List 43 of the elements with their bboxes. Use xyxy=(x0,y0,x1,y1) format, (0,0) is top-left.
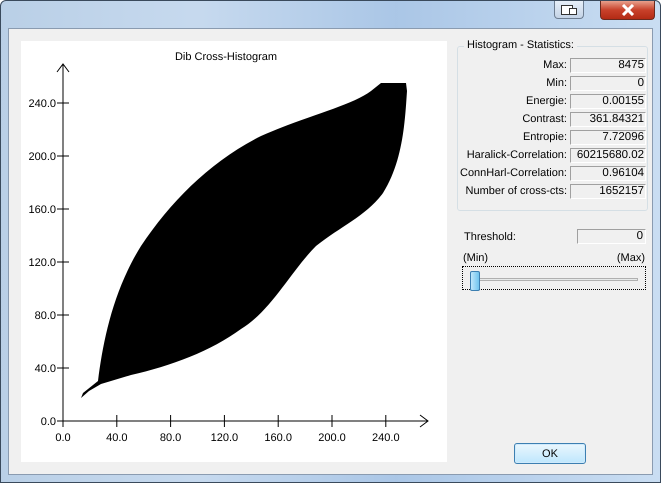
min-label: (Min) xyxy=(463,252,488,264)
y-tick-label: 200.0 xyxy=(28,151,56,163)
stat-value-field: 361.84321 xyxy=(570,112,646,126)
stat-value-field: 0 xyxy=(570,76,646,90)
group-title: Histogram - Statistics: xyxy=(464,39,577,51)
stat-label: ConnHarl-Correlation: xyxy=(460,167,568,179)
stat-value-field: 1652157 xyxy=(570,184,646,198)
max-label: (Max) xyxy=(616,252,645,264)
y-tick-label: 120.0 xyxy=(28,257,56,269)
stat-label: Entropie: xyxy=(522,131,568,143)
x-tick-label: 160.0 xyxy=(264,432,292,444)
stat-label: Haralick-Correlation: xyxy=(466,149,568,161)
x-tick-label: 120.0 xyxy=(210,432,238,444)
slider-thumb[interactable] xyxy=(470,271,480,291)
window-icon xyxy=(561,4,577,14)
y-tick-label: 160.0 xyxy=(28,204,56,216)
threshold-label: Threshold: xyxy=(464,230,516,242)
stat-value-field: 7.72096 xyxy=(570,130,646,144)
close-icon xyxy=(620,4,634,16)
stat-label: Max: xyxy=(543,59,568,71)
stat-value-field: 0.96104 xyxy=(570,166,646,180)
ok-button[interactable]: OK xyxy=(514,443,586,464)
stat-label: Energie: xyxy=(526,95,568,107)
stat-value-field: 60215680.02 xyxy=(570,148,646,162)
close-button[interactable] xyxy=(600,1,655,20)
window-mode-button[interactable] xyxy=(554,1,584,19)
y-tick-label: 80.0 xyxy=(34,310,56,322)
chart-title: Dib Cross-Histogram xyxy=(174,51,278,63)
y-tick-label: 0.0 xyxy=(40,416,56,428)
stat-value-field: 8475 xyxy=(570,58,646,72)
stat-label: Number of cross-cts: xyxy=(466,185,568,197)
threshold-slider[interactable] xyxy=(462,266,646,290)
stat-label: Contrast: xyxy=(522,113,568,125)
x-tick-label: 0.0 xyxy=(55,432,71,444)
x-tick-label: 240.0 xyxy=(372,432,400,444)
x-tick-label: 40.0 xyxy=(106,432,128,444)
stat-value-field: 0.00155 xyxy=(570,94,646,108)
x-tick-label: 80.0 xyxy=(160,432,182,444)
threshold-value-field: 0 xyxy=(577,229,646,244)
y-tick-label: 40.0 xyxy=(34,363,56,375)
y-tick-label: 240.0 xyxy=(28,98,56,110)
stat-label: Min: xyxy=(546,77,568,89)
x-tick-label: 200.0 xyxy=(318,432,346,444)
